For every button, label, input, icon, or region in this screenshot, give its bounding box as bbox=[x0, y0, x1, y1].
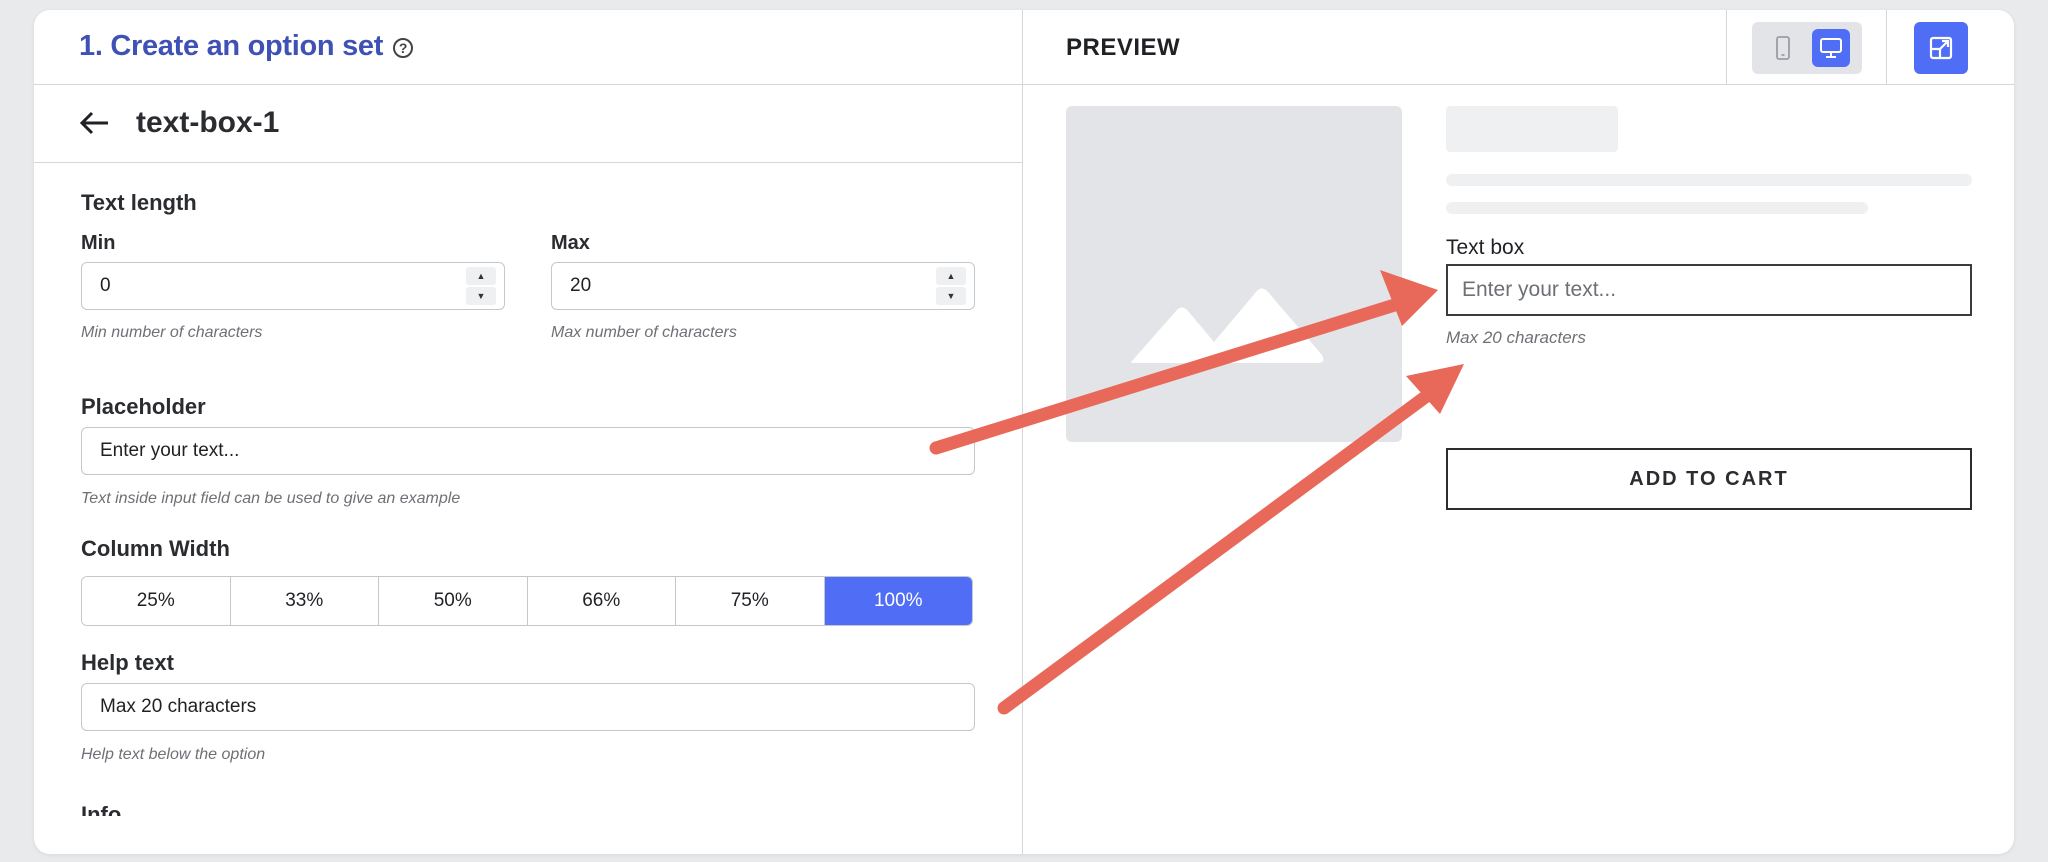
back-button[interactable] bbox=[79, 110, 111, 141]
stepper-down-icon[interactable]: ▼ bbox=[936, 287, 966, 305]
column-width-25[interactable]: 25% bbox=[82, 577, 231, 625]
preview-text-input[interactable]: Enter your text... bbox=[1446, 264, 1972, 316]
open-preview-button[interactable] bbox=[1914, 22, 1968, 74]
help-text-value: Max 20 characters bbox=[100, 696, 257, 717]
option-set-editor: 1. Create an option set ? PREVIEW text-b… bbox=[34, 10, 2014, 854]
preview-title: PREVIEW bbox=[1066, 34, 1181, 61]
help-text-label: Help text bbox=[81, 650, 174, 675]
subheader-divider bbox=[34, 162, 1022, 163]
stepper-up-icon[interactable]: ▲ bbox=[466, 267, 496, 285]
min-stepper[interactable]: ▲ ▼ bbox=[466, 267, 496, 305]
info-label: Info bbox=[81, 802, 122, 816]
option-name: text-box-1 bbox=[136, 106, 280, 139]
column-width-66[interactable]: 66% bbox=[527, 577, 676, 625]
placeholder-hint: Text inside input field can be used to g… bbox=[81, 490, 461, 507]
image-placeholder-icon bbox=[1130, 288, 1324, 363]
stepper-down-icon[interactable]: ▼ bbox=[466, 287, 496, 305]
title-skeleton bbox=[1446, 106, 1618, 152]
desktop-icon bbox=[1820, 38, 1842, 58]
preview-field-label: Text box bbox=[1446, 236, 1525, 259]
placeholder-value: Enter your text... bbox=[100, 440, 240, 461]
column-width-100[interactable]: 100% bbox=[824, 577, 972, 625]
text-skeleton bbox=[1446, 174, 1972, 186]
arrow-left-icon bbox=[79, 111, 108, 135]
header-separator bbox=[1886, 10, 1887, 84]
mobile-icon bbox=[1776, 36, 1790, 60]
add-to-cart-button[interactable]: ADD TO CART bbox=[1446, 448, 1972, 510]
help-text-hint: Help text below the option bbox=[81, 746, 266, 763]
column-width-selector: 25% 33% 50% 66% 75% 100% bbox=[81, 576, 973, 626]
panel-divider bbox=[1022, 10, 1023, 854]
placeholder-input[interactable]: Enter your text... bbox=[81, 427, 975, 475]
placeholder-label: Placeholder bbox=[81, 394, 206, 419]
max-label: Max bbox=[551, 232, 590, 254]
info-section: Info bbox=[81, 792, 481, 816]
header-divider bbox=[34, 84, 2014, 85]
product-image-placeholder bbox=[1066, 106, 1402, 442]
max-length-value: 20 bbox=[570, 275, 592, 296]
column-width-75[interactable]: 75% bbox=[676, 577, 825, 625]
device-toggle bbox=[1752, 22, 1862, 74]
header-separator bbox=[1726, 10, 1727, 84]
desktop-view-button[interactable] bbox=[1812, 29, 1850, 67]
question-circle-icon[interactable]: ? bbox=[393, 37, 414, 58]
page-title: 1. Create an option set ? bbox=[79, 30, 414, 63]
column-width-33[interactable]: 33% bbox=[230, 577, 379, 625]
help-text-input[interactable]: Max 20 characters bbox=[81, 683, 975, 731]
min-hint: Min number of characters bbox=[81, 324, 263, 341]
page-title-text: 1. Create an option set bbox=[79, 30, 384, 62]
max-hint: Max number of characters bbox=[551, 324, 737, 341]
min-length-input[interactable]: 0 ▲ ▼ bbox=[81, 262, 505, 310]
preview-placeholder: Enter your text... bbox=[1462, 278, 1617, 301]
open-external-icon bbox=[1929, 36, 1953, 60]
column-width-label: Column Width bbox=[81, 536, 230, 561]
mobile-view-button[interactable] bbox=[1764, 29, 1802, 67]
stepper-up-icon[interactable]: ▲ bbox=[936, 267, 966, 285]
min-length-value: 0 bbox=[100, 275, 111, 296]
min-label: Min bbox=[81, 232, 116, 254]
max-stepper[interactable]: ▲ ▼ bbox=[936, 267, 966, 305]
column-width-50[interactable]: 50% bbox=[379, 577, 528, 625]
preview-help-text: Max 20 characters bbox=[1446, 328, 1586, 347]
max-length-input[interactable]: 20 ▲ ▼ bbox=[551, 262, 975, 310]
text-skeleton bbox=[1446, 202, 1868, 214]
text-length-label: Text length bbox=[81, 190, 197, 215]
